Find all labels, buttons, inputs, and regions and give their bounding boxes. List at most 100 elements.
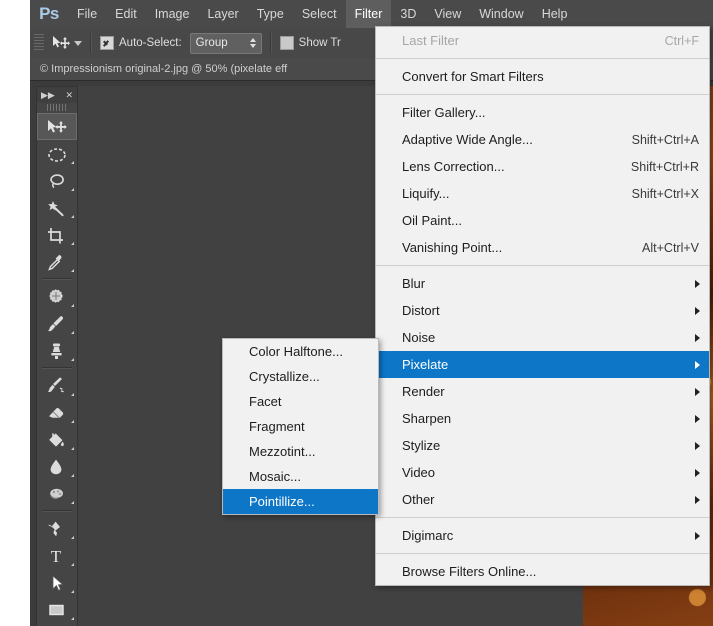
close-icon[interactable]: ✕ <box>65 90 73 100</box>
submenu-arrow-icon <box>695 495 700 504</box>
filter-menu-item-vanishing-point[interactable]: Vanishing Point... Alt+Ctrl+V <box>376 234 709 261</box>
menu-item-label: Oil Paint... <box>402 213 462 228</box>
menubar-item-layer[interactable]: Layer <box>198 0 247 28</box>
menu-item-label: Mezzotint... <box>249 444 316 459</box>
active-tool-preview[interactable] <box>50 34 82 52</box>
tool-preset-chevron-down-icon[interactable] <box>74 40 82 46</box>
menu-item-label: Pixelate <box>402 357 449 372</box>
type-tool[interactable]: T <box>37 542 77 569</box>
pixelate-submenu-item-facet[interactable]: Facet <box>223 389 378 414</box>
move-tool[interactable] <box>37 113 77 140</box>
tools-panel: ▶▶ ✕ T <box>36 86 78 626</box>
filter-menu[interactable]: Last Filter Ctrl+F Convert for Smart Filte… <box>375 26 710 586</box>
pixelate-submenu-item-mosaic[interactable]: Mosaic... <box>223 464 378 489</box>
filter-menu-item-other[interactable]: Other <box>376 486 709 513</box>
show-transform-label: Show Tr <box>298 37 341 49</box>
menu-item-label: Facet <box>249 394 282 409</box>
pixelate-submenu[interactable]: Color Halftone... Crystallize... Facet Frag… <box>222 338 379 515</box>
pixelate-submenu-item-color-halftone[interactable]: Color Halftone... <box>223 339 378 364</box>
filter-menu-item-filter-gallery[interactable]: Filter Gallery... <box>376 99 709 126</box>
tools-panel-grip[interactable] <box>47 104 67 111</box>
filter-menu-item-digimarc[interactable]: Digimarc <box>376 522 709 549</box>
pixelate-submenu-item-fragment[interactable]: Fragment <box>223 414 378 439</box>
menu-item-label: Pointillize... <box>249 494 315 509</box>
pixelate-submenu-item-crystallize[interactable]: Crystallize... <box>223 364 378 389</box>
scope-stepper-icon[interactable] <box>249 38 256 48</box>
filter-menu-item-oil-paint[interactable]: Oil Paint... <box>376 207 709 234</box>
paint-bucket-tool[interactable] <box>37 426 77 453</box>
auto-select-checkbox[interactable] <box>100 36 114 50</box>
menu-item-label: Noise <box>402 330 436 345</box>
filter-menu-item-convert-for-smart-filters[interactable]: Convert for Smart Filters <box>376 63 709 90</box>
brush-tool[interactable] <box>37 310 77 337</box>
menu-item-label: Render <box>402 384 445 399</box>
menubar-item-edit[interactable]: Edit <box>106 0 146 28</box>
document-tab-title: © Impressionism original-2.jpg @ 50% (pi… <box>40 63 288 75</box>
crop-tool[interactable] <box>37 221 77 248</box>
menubar-item-window[interactable]: Window <box>470 0 532 28</box>
auto-select-group[interactable]: Auto-Select: Group <box>100 32 262 54</box>
menu-item-label: Liquify... <box>402 186 450 201</box>
filter-menu-item-render[interactable]: Render <box>376 378 709 405</box>
menu-item-label: Browse Filters Online... <box>402 564 537 579</box>
menubar-item-image[interactable]: Image <box>146 0 199 28</box>
show-transform-checkbox[interactable] <box>279 36 294 50</box>
filter-menu-item-distort[interactable]: Distort <box>376 297 709 324</box>
dodge-tool[interactable] <box>37 480 77 507</box>
menubar-item-help[interactable]: Help <box>533 0 577 28</box>
eraser-tool[interactable] <box>37 399 77 426</box>
menu-item-shortcut: Alt+Ctrl+V <box>642 240 699 255</box>
eyedropper-tool[interactable] <box>37 248 77 275</box>
submenu-arrow-icon <box>695 531 700 540</box>
filter-menu-item-sharpen[interactable]: Sharpen <box>376 405 709 432</box>
rectangle-shape-tool[interactable] <box>37 596 77 623</box>
path-selection-tool[interactable] <box>37 569 77 596</box>
pixelate-submenu-item-pointillize[interactable]: Pointillize... <box>223 489 378 514</box>
history-brush-tool[interactable] <box>37 372 77 399</box>
options-bar-grip[interactable] <box>34 34 44 52</box>
filter-menu-item-last-filter: Last Filter Ctrl+F <box>376 27 709 54</box>
submenu-arrow-icon <box>695 387 700 396</box>
lasso-tool[interactable] <box>37 167 77 194</box>
auto-select-scope-dropdown[interactable]: Group <box>189 32 262 54</box>
pen-tool[interactable] <box>37 515 77 542</box>
filter-menu-item-stylize[interactable]: Stylize <box>376 432 709 459</box>
filter-menu-item-pixelate[interactable]: Pixelate <box>376 351 709 378</box>
filter-menu-item-adaptive-wide-angle[interactable]: Adaptive Wide Angle... Shift+Ctrl+A <box>376 126 709 153</box>
pixelate-submenu-item-mezzotint[interactable]: Mezzotint... <box>223 439 378 464</box>
filter-menu-item-video[interactable]: Video <box>376 459 709 486</box>
menu-item-label: Distort <box>402 303 440 318</box>
auto-select-scope-value: Group <box>195 37 228 49</box>
menu-item-shortcut: Shift+Ctrl+R <box>630 159 699 174</box>
submenu-arrow-icon <box>695 441 700 450</box>
filter-menu-item-blur[interactable]: Blur <box>376 270 709 297</box>
marquee-tool[interactable] <box>37 140 77 167</box>
menu-separator <box>376 517 709 518</box>
magic-wand-tool[interactable] <box>37 194 77 221</box>
menubar-item-view[interactable]: View <box>425 0 470 28</box>
filter-menu-item-browse-filters-online[interactable]: Browse Filters Online... <box>376 558 709 585</box>
menu-separator <box>376 58 709 59</box>
expand-arrows-icon[interactable]: ▶▶ <box>41 90 55 100</box>
menu-item-shortcut: Ctrl+F <box>664 33 699 48</box>
filter-menu-item-lens-correction[interactable]: Lens Correction... Shift+Ctrl+R <box>376 153 709 180</box>
menubar-item-select[interactable]: Select <box>293 0 346 28</box>
submenu-arrow-icon <box>695 333 700 342</box>
blur-tool[interactable] <box>37 453 77 480</box>
menubar-item-file[interactable]: File <box>68 0 106 28</box>
menu-item-label: Stylize <box>402 438 441 453</box>
photoshop-window: Ps File Edit Image Layer Type Select Filter 3D V… <box>30 0 713 626</box>
filter-menu-item-liquify[interactable]: Liquify... Shift+Ctrl+X <box>376 180 709 207</box>
clone-stamp-tool[interactable] <box>37 337 77 364</box>
menu-item-label: Digimarc <box>402 528 454 543</box>
menu-item-label: Other <box>402 492 435 507</box>
filter-menu-item-noise[interactable]: Noise <box>376 324 709 351</box>
show-transform-group[interactable]: Show Tr <box>279 36 341 50</box>
tools-panel-header: ▶▶ ✕ <box>37 87 77 103</box>
menubar-item-3d[interactable]: 3D <box>391 0 425 28</box>
menubar-item-type[interactable]: Type <box>248 0 293 28</box>
spot-healing-brush-tool[interactable] <box>37 283 77 310</box>
tools-divider <box>42 278 72 280</box>
submenu-arrow-icon <box>695 360 700 369</box>
menubar-item-filter[interactable]: Filter <box>345 0 392 28</box>
